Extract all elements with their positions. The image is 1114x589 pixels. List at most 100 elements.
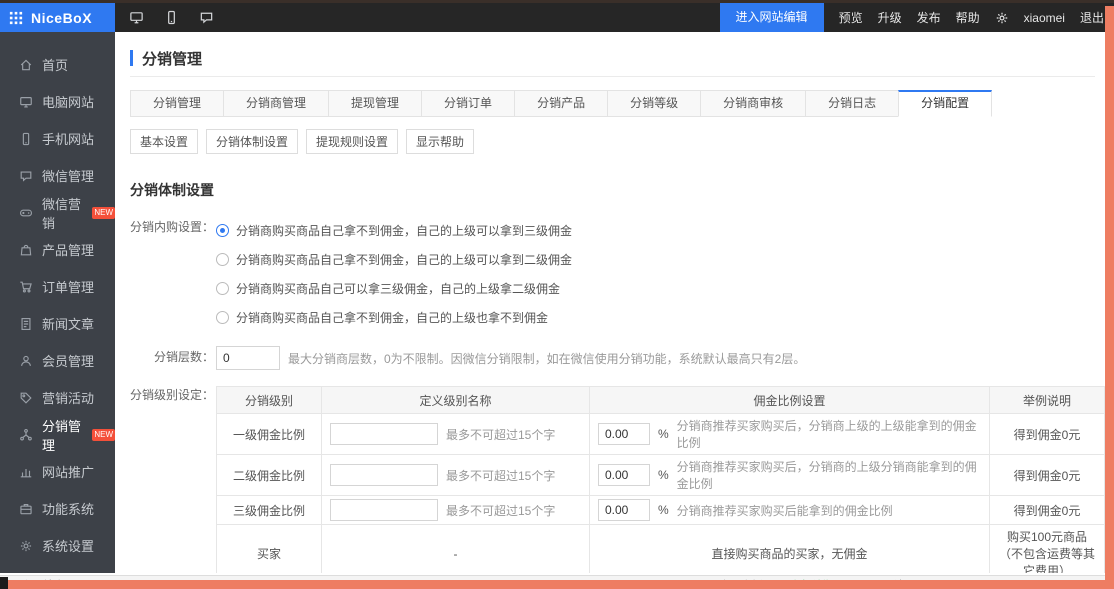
radio-option-text: 分销商购买商品自己拿不到佣金，自己的上级也拿不到佣金 <box>236 309 548 326</box>
levels-label: 分销层数： <box>130 346 214 370</box>
section-heading-system: 分销体制设置 <box>130 180 1105 200</box>
sidebar-item-functions[interactable]: 功能系统 <box>0 490 115 527</box>
username[interactable]: xiaomei <box>1024 11 1065 25</box>
subnav: 基本设置 分销体制设置 提现规则设置 显示帮助 <box>130 129 1105 154</box>
logout-link[interactable]: 退出 <box>1080 9 1104 26</box>
document-icon <box>19 317 33 331</box>
radio-icon[interactable] <box>216 253 229 266</box>
level2-name-input[interactable] <box>330 464 438 486</box>
corner-fragment <box>0 577 8 589</box>
screen: NiceBoX 进入网站编辑 预览 升级 发布 帮助 xiaomei 退出 <box>0 0 1114 589</box>
gear-icon[interactable] <box>995 11 1009 25</box>
levels-input[interactable] <box>216 346 280 370</box>
inner-purchase-label: 分销内购设置： <box>130 216 214 332</box>
sidebar-item-products[interactable]: 产品管理 <box>0 231 115 268</box>
level3-name-input[interactable] <box>330 499 438 521</box>
radio-option-text: 分销商购买商品自己拿不到佣金，自己的上级可以拿到二级佣金 <box>236 251 572 268</box>
percent-sign: % <box>658 468 669 482</box>
buyer-rate-cell: 直接购买商品的买家，无佣金 <box>590 525 990 574</box>
sidebar-item-label: 新闻文章 <box>42 314 94 333</box>
col-level: 分销级别 <box>217 387 322 414</box>
desktop-right-strip <box>1105 6 1114 589</box>
sidebar-item-label: 微信营销 <box>42 194 81 232</box>
tab-distribution-orders[interactable]: 分销订单 <box>421 90 515 117</box>
preview-link[interactable]: 预览 <box>839 9 863 26</box>
home-icon <box>19 58 33 72</box>
table-header-row: 分销级别 定义级别名称 佣金比例设置 举例说明 <box>217 387 1105 414</box>
percent-sign: % <box>658 427 669 441</box>
radio-option-text: 分销商购买商品自己可以拿三级佣金，自己的上级拿二级佣金 <box>236 280 560 297</box>
table-row: 二级佣金比例 最多不可超过15个字 % 分销商推荐买家购买后，分销商的上级分销商… <box>217 455 1105 496</box>
logo-block[interactable]: NiceBoX <box>0 3 115 32</box>
device-switcher <box>129 10 214 25</box>
buyer-name-cell: - <box>322 525 590 574</box>
radio-option-3[interactable]: 分销商购买商品自己可以拿三级佣金，自己的上级拿二级佣金 <box>216 274 572 303</box>
sidebar-item-members[interactable]: 会员管理 <box>0 342 115 379</box>
sidebar-item-wechat-mgmt[interactable]: 微信管理 <box>0 157 115 194</box>
sidebar-item-label: 订单管理 <box>42 277 94 296</box>
tab-distribution-mgmt[interactable]: 分销管理 <box>130 90 224 117</box>
sidebar-item-home[interactable]: 首页 <box>0 46 115 83</box>
system-settings-button[interactable]: 分销体制设置 <box>206 129 298 154</box>
phone-icon[interactable] <box>164 10 179 25</box>
user-icon <box>19 354 33 368</box>
radio-selected-icon[interactable] <box>216 224 229 237</box>
withdraw-rules-button[interactable]: 提现规则设置 <box>306 129 398 154</box>
level2-rate-input[interactable] <box>598 464 650 486</box>
tab-distributor-review[interactable]: 分销商审核 <box>700 90 806 117</box>
sidebar-item-orders[interactable]: 订单管理 <box>0 268 115 305</box>
radio-icon[interactable] <box>216 311 229 324</box>
sidebar-item-pc-site[interactable]: 电脑网站 <box>0 83 115 120</box>
name-hint: 最多不可超过15个字 <box>446 426 555 443</box>
basic-settings-button[interactable]: 基本设置 <box>130 129 198 154</box>
desktop-bottom-strip <box>8 580 1105 589</box>
sidebar-item-label: 营销活动 <box>42 388 94 407</box>
tab-distribution-products[interactable]: 分销产品 <box>514 90 608 117</box>
grid-menu-icon[interactable] <box>9 11 23 25</box>
chat-icon[interactable] <box>199 10 214 25</box>
title-accent-bar <box>130 50 133 66</box>
example-cell: 得到佣金0元 <box>990 455 1105 496</box>
sidebar-item-news[interactable]: 新闻文章 <box>0 305 115 342</box>
radio-icon[interactable] <box>216 282 229 295</box>
example-cell: 得到佣金0元 <box>990 496 1105 525</box>
radio-option-2[interactable]: 分销商购买商品自己拿不到佣金，自己的上级可以拿到二级佣金 <box>216 245 572 274</box>
tab-distribution-config[interactable]: 分销配置 <box>898 90 992 117</box>
sidebar-item-promotion[interactable]: 网站推广 <box>0 453 115 490</box>
header-divider <box>130 76 1095 77</box>
sidebar-item-label: 手机网站 <box>42 129 94 148</box>
inner-purchase-options: 分销商购买商品自己拿不到佣金，自己的上级可以拿到三级佣金 分销商购买商品自己拿不… <box>216 216 572 332</box>
enter-site-edit-button[interactable]: 进入网站编辑 <box>720 3 824 32</box>
sidebar-item-label: 系统设置 <box>42 536 94 555</box>
radio-option-4[interactable]: 分销商购买商品自己拿不到佣金，自己的上级也拿不到佣金 <box>216 303 572 332</box>
table-row: 三级佣金比例 最多不可超过15个字 % 分销商推荐买家购买后能拿到的佣金比例 得… <box>217 496 1105 525</box>
gamepad-icon <box>19 206 33 220</box>
level-cell: 二级佣金比例 <box>217 455 322 496</box>
help-link[interactable]: 帮助 <box>956 9 980 26</box>
level1-name-input[interactable] <box>330 423 438 445</box>
cart-icon <box>19 280 33 294</box>
table-row: 一级佣金比例 最多不可超过15个字 % 分销商推荐买家购买后，分销商上级的上级能… <box>217 414 1105 455</box>
sidebar-item-settings[interactable]: 系统设置 <box>0 527 115 564</box>
sidebar-item-marketing[interactable]: 营销活动 <box>0 379 115 416</box>
tab-withdraw-mgmt[interactable]: 提现管理 <box>328 90 422 117</box>
radio-option-1[interactable]: 分销商购买商品自己拿不到佣金，自己的上级可以拿到三级佣金 <box>216 216 572 245</box>
level3-rate-input[interactable] <box>598 499 650 521</box>
sidebar-item-mobile-site[interactable]: 手机网站 <box>0 120 115 157</box>
tab-distributor-mgmt[interactable]: 分销商管理 <box>223 90 329 117</box>
sidebar-item-wechat-marketing[interactable]: 微信营销 NEW <box>0 194 115 231</box>
tab-distribution-logs[interactable]: 分销日志 <box>805 90 899 117</box>
publish-link[interactable]: 发布 <box>917 9 941 26</box>
level-table-label: 分销级别设定： <box>130 384 214 573</box>
upgrade-link[interactable]: 升级 <box>878 9 902 26</box>
sidebar-item-distribution[interactable]: 分销管理 NEW <box>0 416 115 453</box>
percent-sign: % <box>658 503 669 517</box>
level1-rate-input[interactable] <box>598 423 650 445</box>
show-help-button[interactable]: 显示帮助 <box>406 129 474 154</box>
levels-hint: 最大分销商层数，0为不限制。因微信分销限制，如在微信使用分销功能，系统默认最高只… <box>288 350 805 367</box>
example-cell: 购买100元商品（不包含运费等其它费用） <box>990 525 1105 574</box>
page-title: 分销管理 <box>142 48 202 69</box>
tab-distribution-levels[interactable]: 分销等级 <box>607 90 701 117</box>
sidebar-item-label: 产品管理 <box>42 240 94 259</box>
monitor-icon[interactable] <box>129 10 144 25</box>
